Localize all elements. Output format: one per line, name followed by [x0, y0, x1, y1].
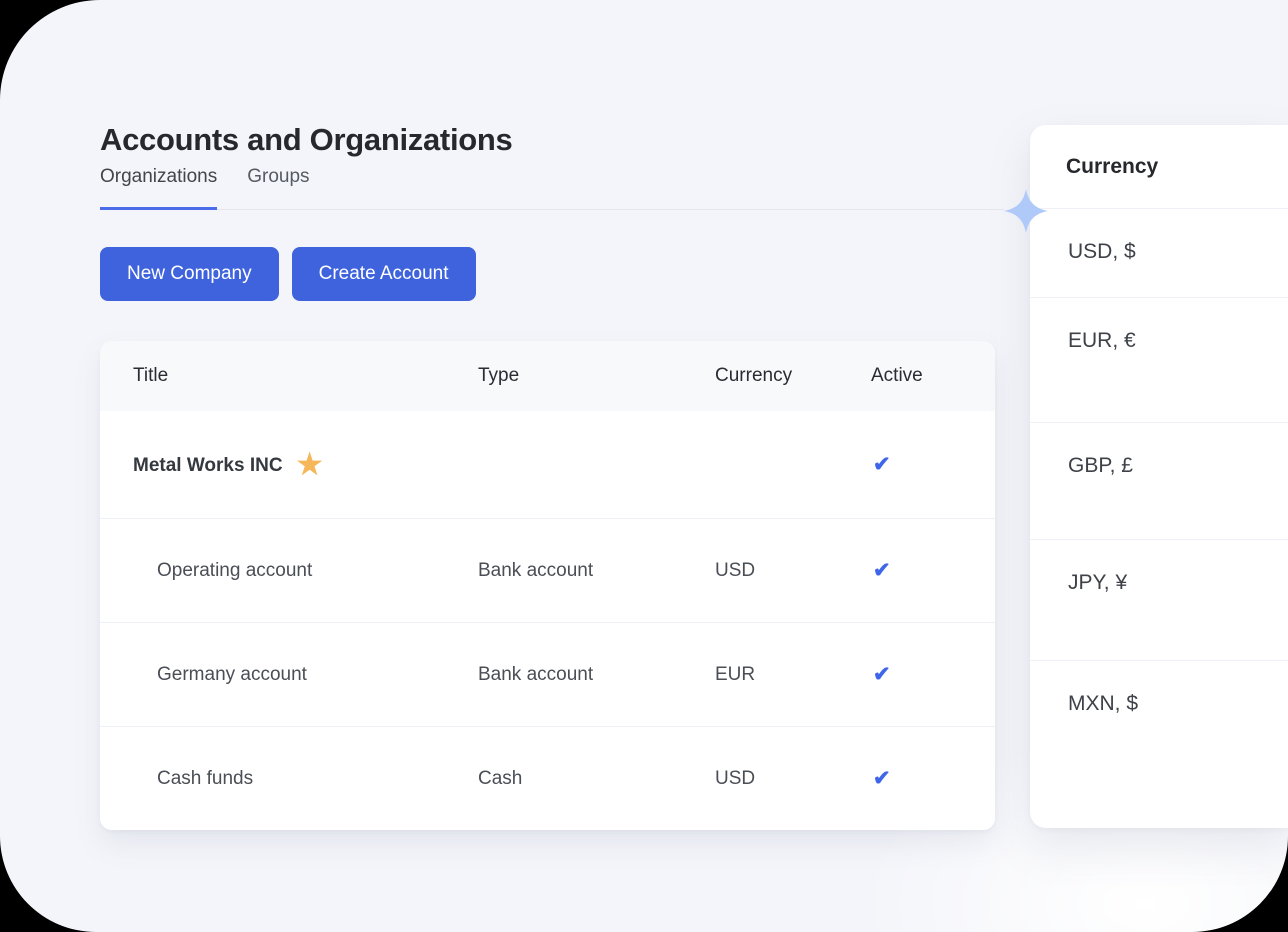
currency-option[interactable]: USD, $	[1030, 208, 1288, 297]
currency-panel: Currency USD, $ EUR, € GBP, £ JPY, ¥ MXN…	[1030, 125, 1288, 828]
checkmark-icon: ✔	[873, 767, 891, 790]
accounts-table: Title Type Currency Active Metal Works I…	[100, 341, 995, 830]
account-title: Operating account	[157, 560, 312, 581]
create-account-button[interactable]: Create Account	[292, 247, 476, 301]
checkmark-icon: ✔	[873, 663, 891, 686]
account-currency: USD	[715, 560, 871, 582]
currency-option-label: MXN, $	[1068, 692, 1138, 715]
currency-option[interactable]: MXN, $	[1030, 660, 1288, 828]
table-row[interactable]: Operating account Bank account USD ✔	[100, 518, 995, 622]
app-background: Accounts and Organizations Organizations…	[0, 0, 1288, 932]
table-row[interactable]: Metal Works INC ★ ✔	[100, 411, 995, 518]
checkmark-icon: ✔	[873, 453, 891, 476]
currency-option-label: JPY, ¥	[1068, 571, 1127, 594]
action-buttons: New Company Create Account	[100, 247, 476, 301]
account-currency: USD	[715, 768, 871, 790]
tab-bar: Organizations Groups	[100, 166, 310, 210]
table-header-row: Title Type Currency Active	[100, 341, 995, 411]
account-currency: EUR	[715, 664, 871, 686]
account-type: Bank account	[478, 664, 715, 686]
tab-organizations[interactable]: Organizations	[100, 166, 217, 210]
column-header-active: Active	[871, 365, 995, 387]
currency-list: USD, $ EUR, € GBP, £ JPY, ¥ MXN, $	[1030, 208, 1288, 828]
currency-panel-title: Currency	[1030, 125, 1288, 208]
currency-option-label: GBP, £	[1068, 454, 1133, 477]
currency-option[interactable]: GBP, £	[1030, 422, 1288, 539]
account-type: Bank account	[478, 560, 715, 582]
checkmark-icon: ✔	[873, 559, 891, 582]
tab-groups[interactable]: Groups	[247, 166, 309, 210]
currency-option-label: USD, $	[1068, 240, 1136, 263]
currency-option[interactable]: JPY, ¥	[1030, 539, 1288, 660]
account-type: Cash	[478, 768, 715, 790]
account-title: Metal Works INC	[133, 455, 283, 476]
table-row[interactable]: Cash funds Cash USD ✔	[100, 726, 995, 830]
star-icon[interactable]: ★	[297, 449, 323, 481]
page-title: Accounts and Organizations	[100, 121, 512, 159]
currency-option-label: EUR, €	[1068, 329, 1136, 352]
column-header-currency: Currency	[715, 365, 871, 387]
currency-option[interactable]: EUR, €	[1030, 297, 1288, 422]
sparkle-icon	[1004, 189, 1048, 233]
table-body: Metal Works INC ★ ✔ Operating account Ban…	[100, 411, 995, 830]
new-company-button[interactable]: New Company	[100, 247, 279, 301]
account-title: Germany account	[157, 664, 307, 685]
column-header-title: Title	[100, 365, 478, 387]
account-title: Cash funds	[157, 768, 253, 789]
table-row[interactable]: Germany account Bank account EUR ✔	[100, 622, 995, 726]
column-header-type: Type	[478, 365, 715, 387]
